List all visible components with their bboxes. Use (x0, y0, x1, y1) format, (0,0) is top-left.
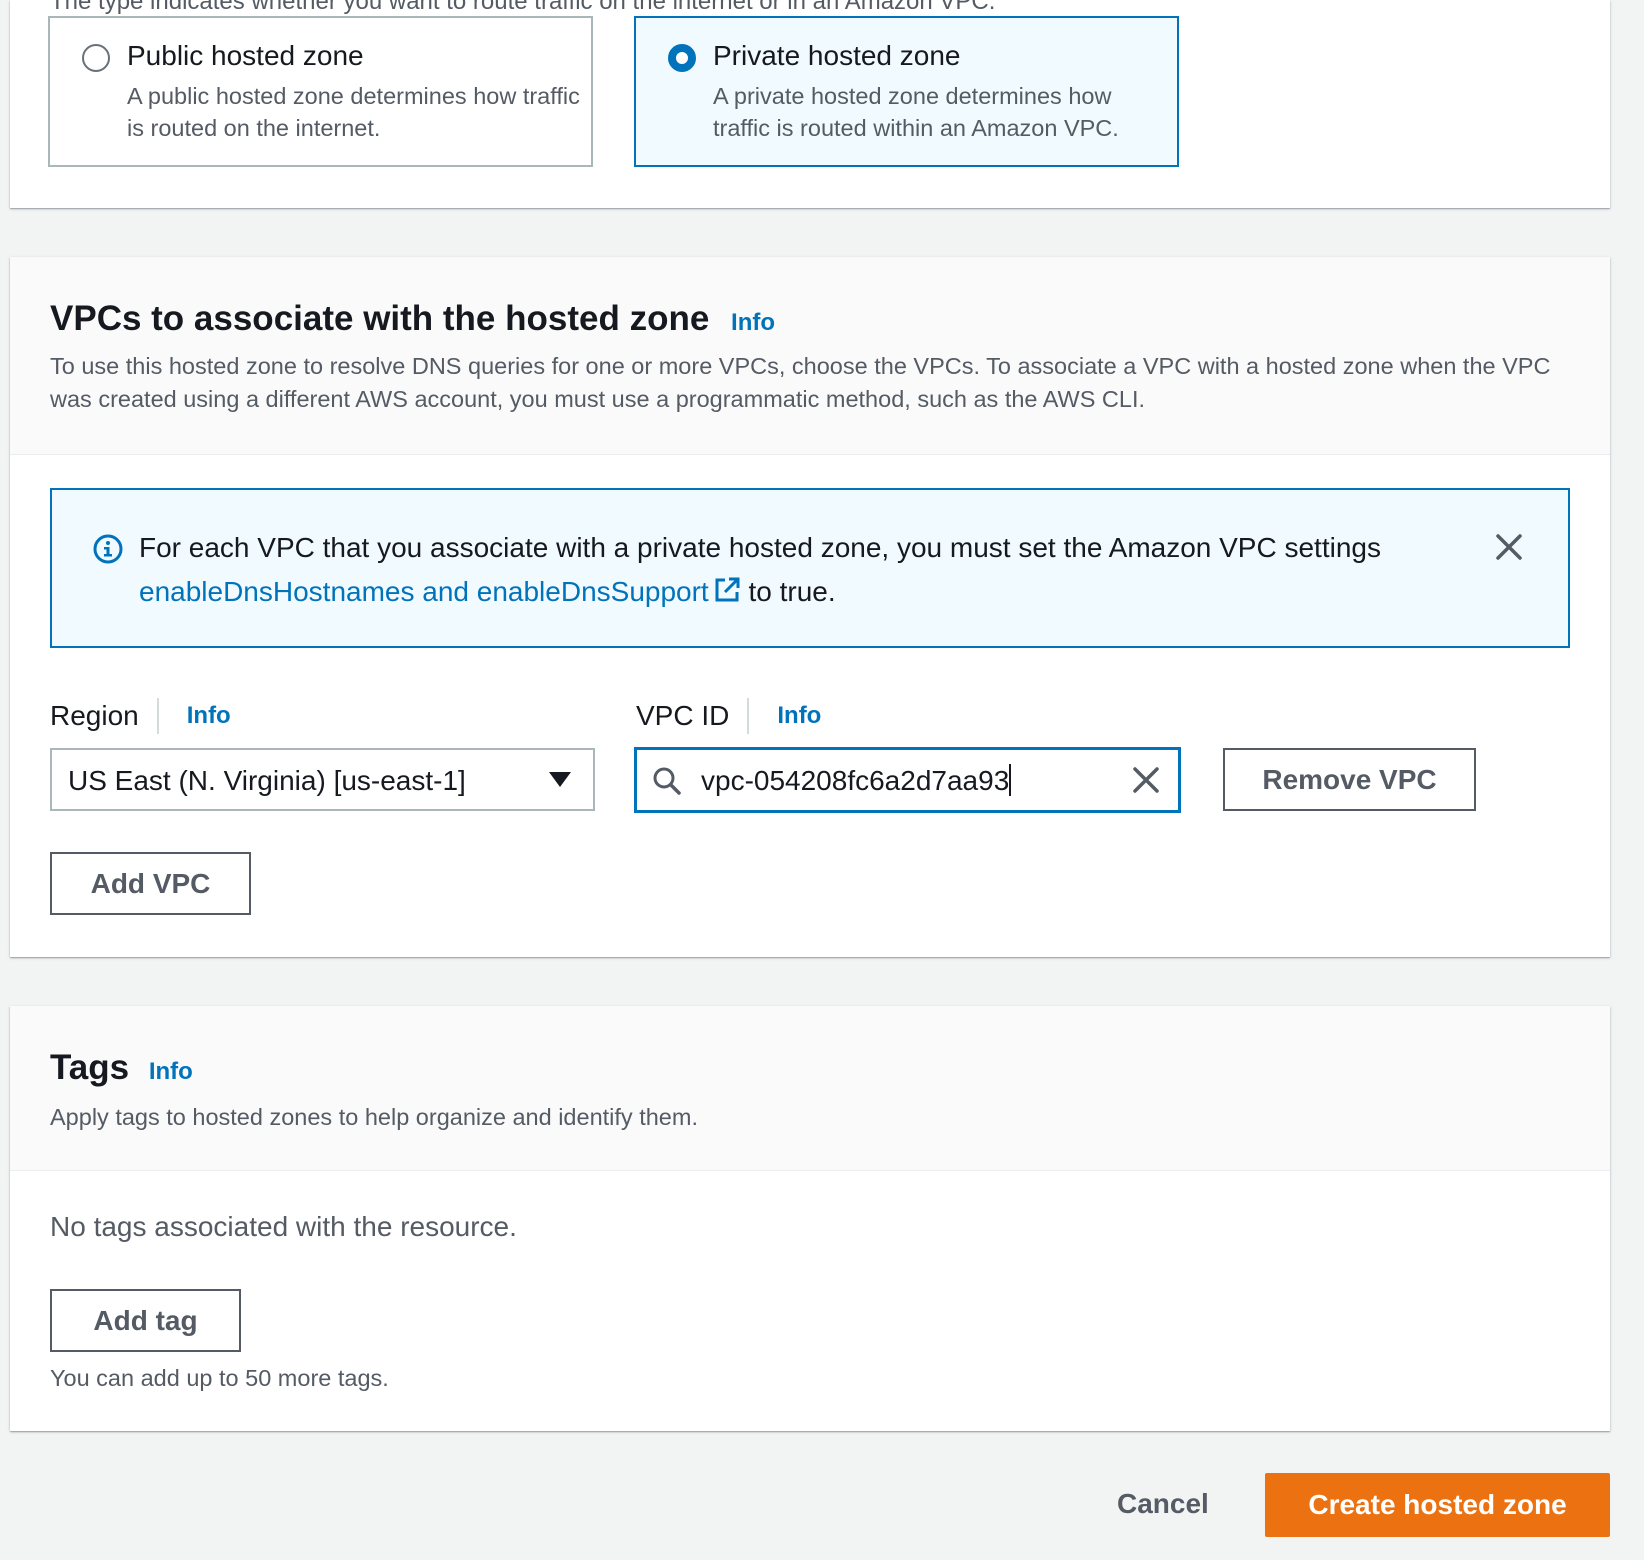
public-zone-description: A public hosted zone determines how traf… (127, 83, 580, 141)
info-circle-icon (93, 534, 123, 564)
vpc-section-info-link[interactable]: Info (731, 309, 775, 336)
label-divider (747, 698, 750, 734)
vpc-id-input-value[interactable]: vpc-054208fc6a2d7aa93 (701, 764, 1012, 797)
region-info-link[interactable]: Info (187, 702, 231, 730)
add-tag-button[interactable]: Add tag (50, 1289, 241, 1352)
vpc-association-panel: VPCs to associate with the hosted zone I… (10, 257, 1610, 957)
create-hosted-zone-button[interactable]: Create hosted zone (1265, 1473, 1610, 1537)
vpc-section-title-text: VPCs to associate with the hosted zone (50, 299, 710, 338)
external-link-icon[interactable] (713, 576, 741, 604)
text-cursor (1009, 764, 1012, 796)
private-hosted-zone-tile[interactable]: Private hosted zone A private hosted zon… (634, 16, 1179, 167)
tags-info-link[interactable]: Info (149, 1058, 193, 1085)
clear-icon[interactable] (1130, 764, 1162, 796)
public-zone-title: Public hosted zone (127, 40, 364, 71)
hosted-zone-type-panel: The type indicates whether you want to r… (10, 0, 1610, 208)
region-label-text: Region (50, 700, 139, 731)
search-icon (653, 767, 681, 795)
type-description: The type indicates whether you want to r… (50, 0, 996, 15)
vpc-id-input[interactable]: vpc-054208fc6a2d7aa93 (634, 747, 1181, 813)
dns-settings-alert: For each VPC that you associate with a p… (50, 488, 1570, 648)
cancel-button[interactable]: Cancel (1117, 1488, 1209, 1520)
dns-settings-link-text[interactable]: enableDnsHostnames and enableDnsSupport (139, 576, 709, 607)
vpc-section-title: VPCs to associate with the hosted zone I… (50, 299, 775, 339)
region-select[interactable]: US East (N. Virginia) [us-east-1] (50, 748, 595, 811)
tags-section-title: Tags Info (50, 1048, 193, 1088)
vpc-section-description: To use this hosted zone to resolve DNS q… (50, 353, 1551, 412)
remove-vpc-button[interactable]: Remove VPC (1223, 748, 1476, 811)
region-label: Region Info (50, 698, 231, 734)
label-divider (156, 698, 159, 734)
private-zone-description: A private hosted zone determines how tra… (713, 83, 1119, 141)
vpc-panel-header: VPCs to associate with the hosted zone I… (10, 257, 1610, 455)
tags-section-description: Apply tags to hosted zones to help organ… (50, 1104, 698, 1130)
vpc-id-value-text[interactable]: vpc-054208fc6a2d7aa93 (701, 765, 1009, 796)
private-zone-radio[interactable] (668, 44, 696, 72)
tags-section-title-text: Tags (50, 1048, 130, 1087)
tags-panel: Tags Info Apply tags to hosted zones to … (10, 1006, 1610, 1431)
vpc-id-label-text: VPC ID (636, 700, 730, 731)
alert-message: For each VPC that you associate with a p… (139, 526, 1469, 614)
private-zone-title: Private hosted zone (713, 40, 961, 71)
no-tags-message: No tags associated with the resource. (50, 1211, 517, 1242)
vpc-id-label: VPC ID Info (636, 698, 821, 734)
tags-limit-hint: You can add up to 50 more tags. (50, 1365, 389, 1391)
alert-text-after: to true. (748, 576, 836, 607)
close-icon[interactable] (1492, 530, 1526, 564)
public-hosted-zone-tile[interactable]: Public hosted zone A public hosted zone … (48, 16, 593, 167)
dns-settings-link[interactable]: enableDnsHostnames and enableDnsSupport (139, 576, 741, 607)
alert-text-before: For each VPC that you associate with a p… (139, 532, 1381, 563)
tags-panel-header: Tags Info Apply tags to hosted zones to … (10, 1006, 1610, 1171)
caret-down-icon (549, 772, 571, 787)
add-vpc-button[interactable]: Add VPC (50, 852, 251, 915)
region-select-value: US East (N. Virginia) [us-east-1] (68, 765, 466, 796)
vpc-id-info-link[interactable]: Info (777, 702, 821, 730)
public-zone-radio[interactable] (82, 44, 110, 72)
